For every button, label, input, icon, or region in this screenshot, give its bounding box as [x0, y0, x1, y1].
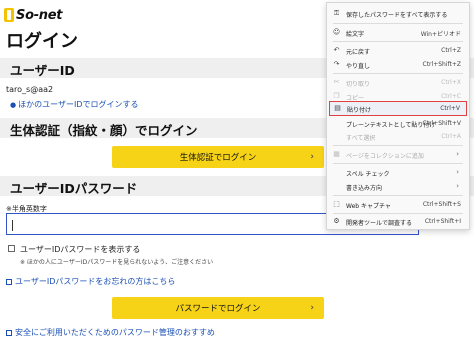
- menu-item-add-to-collections[interactable]: ▦ ページをコレクションに追加 ›: [329, 148, 467, 161]
- redo-icon: ↷: [333, 60, 340, 68]
- show-password-label[interactable]: ユーザーIDパスワードを表示する: [20, 244, 140, 255]
- show-password-note: ※ ほかの人にユーザーIDパスワードを見られないよう、ご注意ください: [20, 259, 214, 266]
- other-userid-link-label: ほかのユーザーIDでログインする: [18, 100, 139, 109]
- show-password-checkbox[interactable]: [8, 245, 15, 252]
- context-menu: ⚿ 保存したパスワードをすべて表示する ☺ 絵文字 Win+ピリオド ↶ 元に戻…: [326, 2, 470, 230]
- forgot-password-link-label: ユーザーIDパスワードをお忘れの方はこちら: [15, 277, 176, 286]
- copy-icon: ❐: [333, 92, 340, 100]
- collections-icon: ▦: [333, 150, 340, 158]
- cut-icon: ✂: [333, 78, 340, 86]
- userid-value: taro_s@aa2: [6, 85, 54, 94]
- biometric-login-button-label: 生体認証でログイン: [179, 153, 257, 163]
- logo-mark-icon: [4, 8, 14, 22]
- key-icon: ⚿: [333, 9, 340, 17]
- password-login-button-label: パスワードでログイン: [175, 304, 261, 314]
- biometric-section-title: 生体認証（指紋・顔）でログイン: [10, 123, 198, 138]
- menu-item-show-saved-passwords[interactable]: ⚿ 保存したパスワードをすべて表示する: [329, 7, 467, 20]
- password-section-title: ユーザーIDパスワード: [10, 181, 138, 196]
- menu-item-undo[interactable]: ↶ 元に戻す Ctrl+Z: [329, 44, 467, 57]
- menu-item-web-capture[interactable]: ⬚ Web キャプチャ Ctrl+Shift+S: [329, 198, 467, 211]
- devtools-icon: ⚙: [333, 217, 340, 225]
- link-arrow-icon: ●: [10, 100, 17, 109]
- paste-icon: ▤: [334, 104, 341, 112]
- password-login-button[interactable]: パスワードでログイン ›: [112, 297, 324, 319]
- menu-separator: [333, 145, 463, 146]
- external-link-icon: [6, 329, 12, 336]
- undo-icon: ↶: [333, 46, 340, 54]
- menu-item-inspect[interactable]: ⚙ 開発者ツールで調査する Ctrl+Shift+I: [329, 215, 467, 228]
- menu-item-writing-direction[interactable]: 書き込み方向 ›: [329, 180, 467, 193]
- password-security-link-label: 安全にご利用いただくためのパスワード管理のおすすめ: [15, 328, 215, 337]
- forgot-password-link[interactable]: ユーザーIDパスワードをお忘れの方はこちら: [6, 276, 175, 287]
- menu-item-select-all[interactable]: すべて選択 Ctrl+A: [329, 130, 467, 143]
- menu-separator: [333, 23, 463, 24]
- chevron-right-icon: ›: [456, 168, 459, 176]
- other-userid-link[interactable]: ● ほかのユーザーIDでログインする: [10, 99, 138, 110]
- menu-item-spell-check[interactable]: スペル チェック ›: [329, 166, 467, 179]
- biometric-login-button[interactable]: 生体認証でログイン ›: [112, 146, 324, 168]
- chevron-right-icon: ›: [456, 182, 459, 190]
- menu-item-cut[interactable]: ✂ 切り取り Ctrl+X: [329, 76, 467, 89]
- password-security-link[interactable]: 安全にご利用いただくためのパスワード管理のおすすめ: [6, 327, 215, 338]
- menu-separator: [333, 213, 463, 214]
- menu-item-redo[interactable]: ↷ やり直し Ctrl+Shift+Z: [329, 58, 467, 71]
- chevron-right-icon: ›: [456, 150, 459, 158]
- menu-item-paste-plain-text[interactable]: プレーンテキストとして貼り付け Ctrl+Shift+V: [329, 117, 467, 130]
- external-link-icon: [6, 278, 12, 285]
- menu-item-paste[interactable]: ▤ 貼り付け Ctrl+V: [329, 101, 467, 116]
- so-net-logo[interactable]: So-net: [4, 5, 62, 25]
- chevron-right-icon: ›: [310, 303, 314, 313]
- menu-separator: [333, 163, 463, 164]
- web-capture-icon: ⬚: [333, 200, 340, 208]
- logo-text: So-net: [16, 7, 63, 23]
- menu-separator: [333, 73, 463, 74]
- menu-separator: [333, 195, 463, 196]
- menu-separator: [333, 41, 463, 42]
- emoji-icon: ☺: [332, 28, 341, 36]
- text-caret: [12, 220, 13, 231]
- userid-section-title: ユーザーID: [10, 63, 75, 78]
- page-title: ログイン: [6, 31, 78, 52]
- menu-item-emoji[interactable]: ☺ 絵文字 Win+ピリオド: [329, 26, 467, 39]
- chevron-right-icon: ›: [310, 152, 314, 162]
